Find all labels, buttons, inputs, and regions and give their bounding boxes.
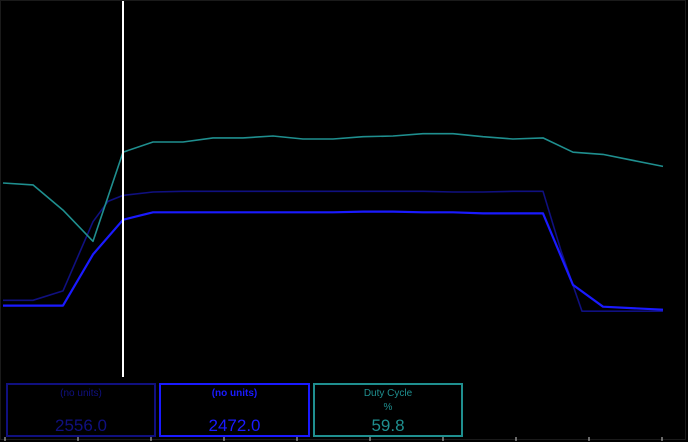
readout-box-2[interactable]: (no units) 2472.0 xyxy=(159,383,310,437)
readout-value: 2472.0 xyxy=(208,416,261,435)
readout-value: 59.8 xyxy=(371,416,405,435)
readout-unit: % xyxy=(383,402,393,413)
x-axis xyxy=(4,437,663,441)
readout-label: (no units) xyxy=(60,388,102,399)
line-plot[interactable] xyxy=(1,1,687,379)
series-line-1 xyxy=(3,190,663,313)
series-line-2 xyxy=(3,210,664,311)
readout-box-3[interactable]: Duty Cycle % 59.8 xyxy=(313,383,463,437)
readout-label: (no units) xyxy=(211,388,258,399)
readout-label: Duty Cycle xyxy=(363,388,413,399)
trace-group xyxy=(2,132,664,313)
series-line-3 xyxy=(2,132,664,243)
graph-frame: (no units) 2556.0 (no units) 2472.0 Duty… xyxy=(0,0,687,441)
readout-value: 2556.0 xyxy=(55,416,107,435)
readout-box-1[interactable]: (no units) 2556.0 xyxy=(6,383,156,437)
